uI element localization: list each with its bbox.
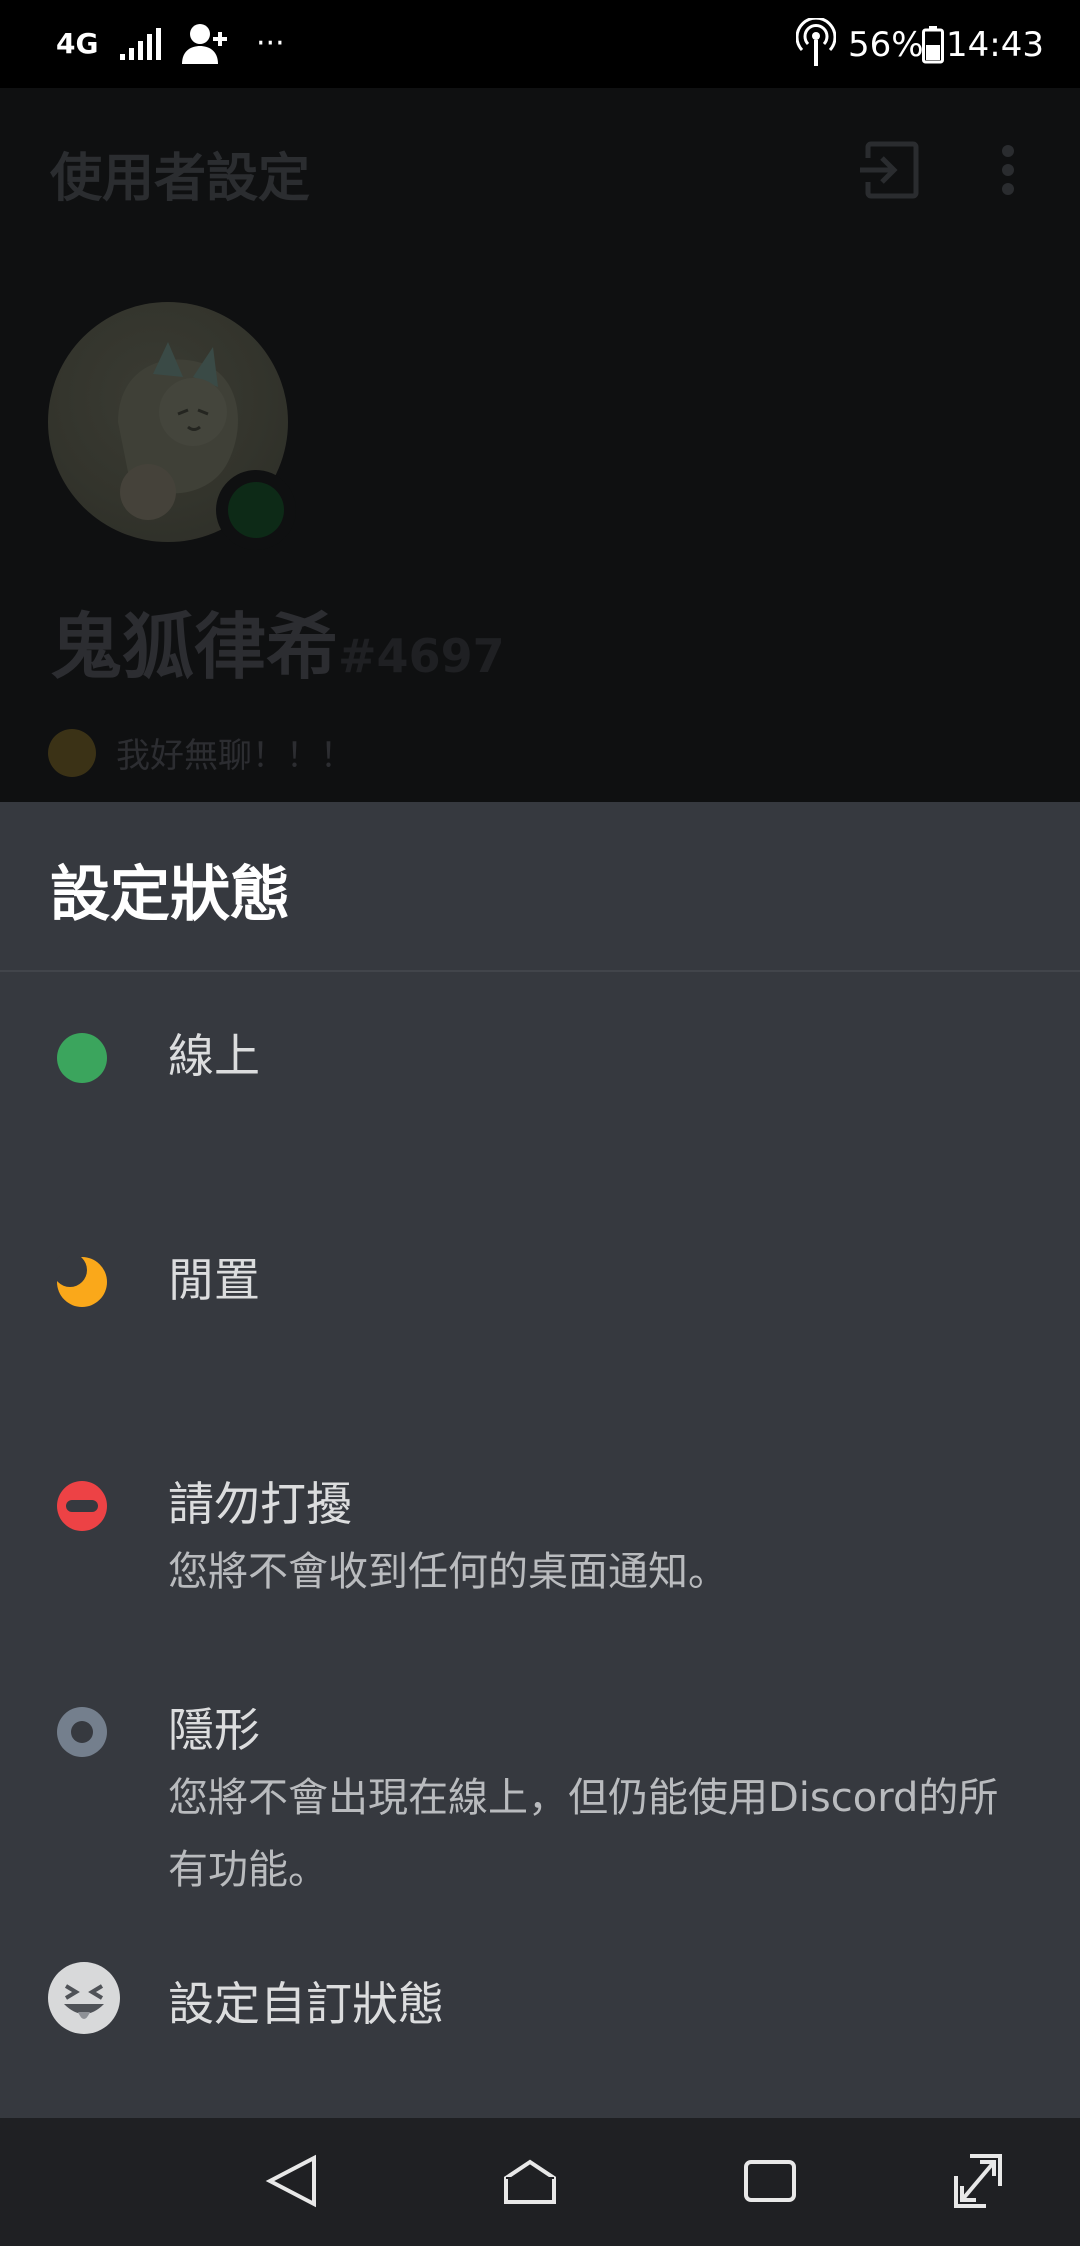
- set-custom-status-option[interactable]: 設定自訂狀態: [0, 1962, 1080, 2082]
- screen: 4G ··· 56% 14:43 使用者設定 鬼狐律希#4697 我好無聊！！！…: [0, 0, 1080, 2246]
- username-row: 鬼狐律希#4697: [50, 588, 505, 693]
- custom-status-emoji-icon: [48, 1962, 120, 2034]
- discriminator: #4697: [338, 629, 505, 683]
- avatar[interactable]: [48, 302, 296, 550]
- custom-status-row[interactable]: 我好無聊！！！: [48, 728, 354, 777]
- sheet-header: 設定狀態: [0, 802, 1080, 972]
- invisible-icon: [56, 1706, 108, 1758]
- network-4g-icon: 4G: [56, 27, 99, 60]
- status-option-label: 隱形: [168, 1703, 260, 1757]
- idle-moon-icon: [53, 1253, 108, 1308]
- recent-apps-icon[interactable]: [740, 2148, 820, 2214]
- status-option-label: 閒置: [168, 1253, 260, 1307]
- status-bar: 4G ··· 56% 14:43: [0, 0, 1080, 88]
- status-option-label: 線上: [168, 1029, 260, 1083]
- home-icon[interactable]: [500, 2148, 580, 2214]
- avatar-status-badge: [216, 470, 296, 550]
- hotspot-icon: [795, 16, 837, 72]
- page-title: 使用者設定: [50, 149, 311, 209]
- status-option-online[interactable]: 線上: [0, 1012, 1080, 1172]
- back-icon[interactable]: [260, 2148, 340, 2214]
- crying-emoji-icon: [48, 728, 96, 777]
- expand-icon[interactable]: [948, 2148, 1028, 2214]
- more-notifications-indicator: ···: [256, 26, 285, 61]
- custom-status-text: 我好無聊！！！: [116, 736, 354, 776]
- overflow-menu-icon[interactable]: [1000, 144, 1016, 200]
- clock: 14:43: [946, 25, 1044, 65]
- username: 鬼狐律希: [50, 605, 339, 689]
- status-option-idle[interactable]: 閒置: [0, 1236, 1080, 1396]
- status-option-label: 請勿打擾: [168, 1477, 352, 1531]
- system-nav-bar: [0, 2118, 1080, 2246]
- status-option-dnd[interactable]: 請勿打擾 您將不會收到任何的桌面通知。: [0, 1460, 1080, 1640]
- sheet-title: 設定狀態: [50, 860, 290, 930]
- set-status-sheet: 設定狀態 線上 閒置 請勿打擾 您將不會收到任何的桌面通知。 隱形 您將不會出現…: [0, 802, 1080, 2118]
- status-option-description: 您將不會出現在線上，但仍能使用Discord的所有功能。: [168, 1775, 999, 1893]
- signal-icon: [118, 26, 162, 66]
- user-settings-background[interactable]: 使用者設定 鬼狐律希#4697 我好無聊！！！: [0, 88, 1080, 802]
- status-option-label: 設定自訂狀態: [168, 1977, 444, 2031]
- battery-percent: 56%: [848, 25, 924, 65]
- status-option-invisible[interactable]: 隱形 您將不會出現在線上，但仍能使用Discord的所有功能。: [0, 1686, 1080, 1916]
- online-status-dot: [228, 482, 284, 538]
- online-dot-icon: [56, 1032, 108, 1084]
- battery-icon: [922, 26, 944, 68]
- status-option-description: 您將不會收到任何的桌面通知。: [168, 1549, 728, 1595]
- logout-icon[interactable]: [856, 140, 920, 204]
- add-person-icon: [180, 22, 230, 70]
- dnd-icon: [56, 1480, 108, 1532]
